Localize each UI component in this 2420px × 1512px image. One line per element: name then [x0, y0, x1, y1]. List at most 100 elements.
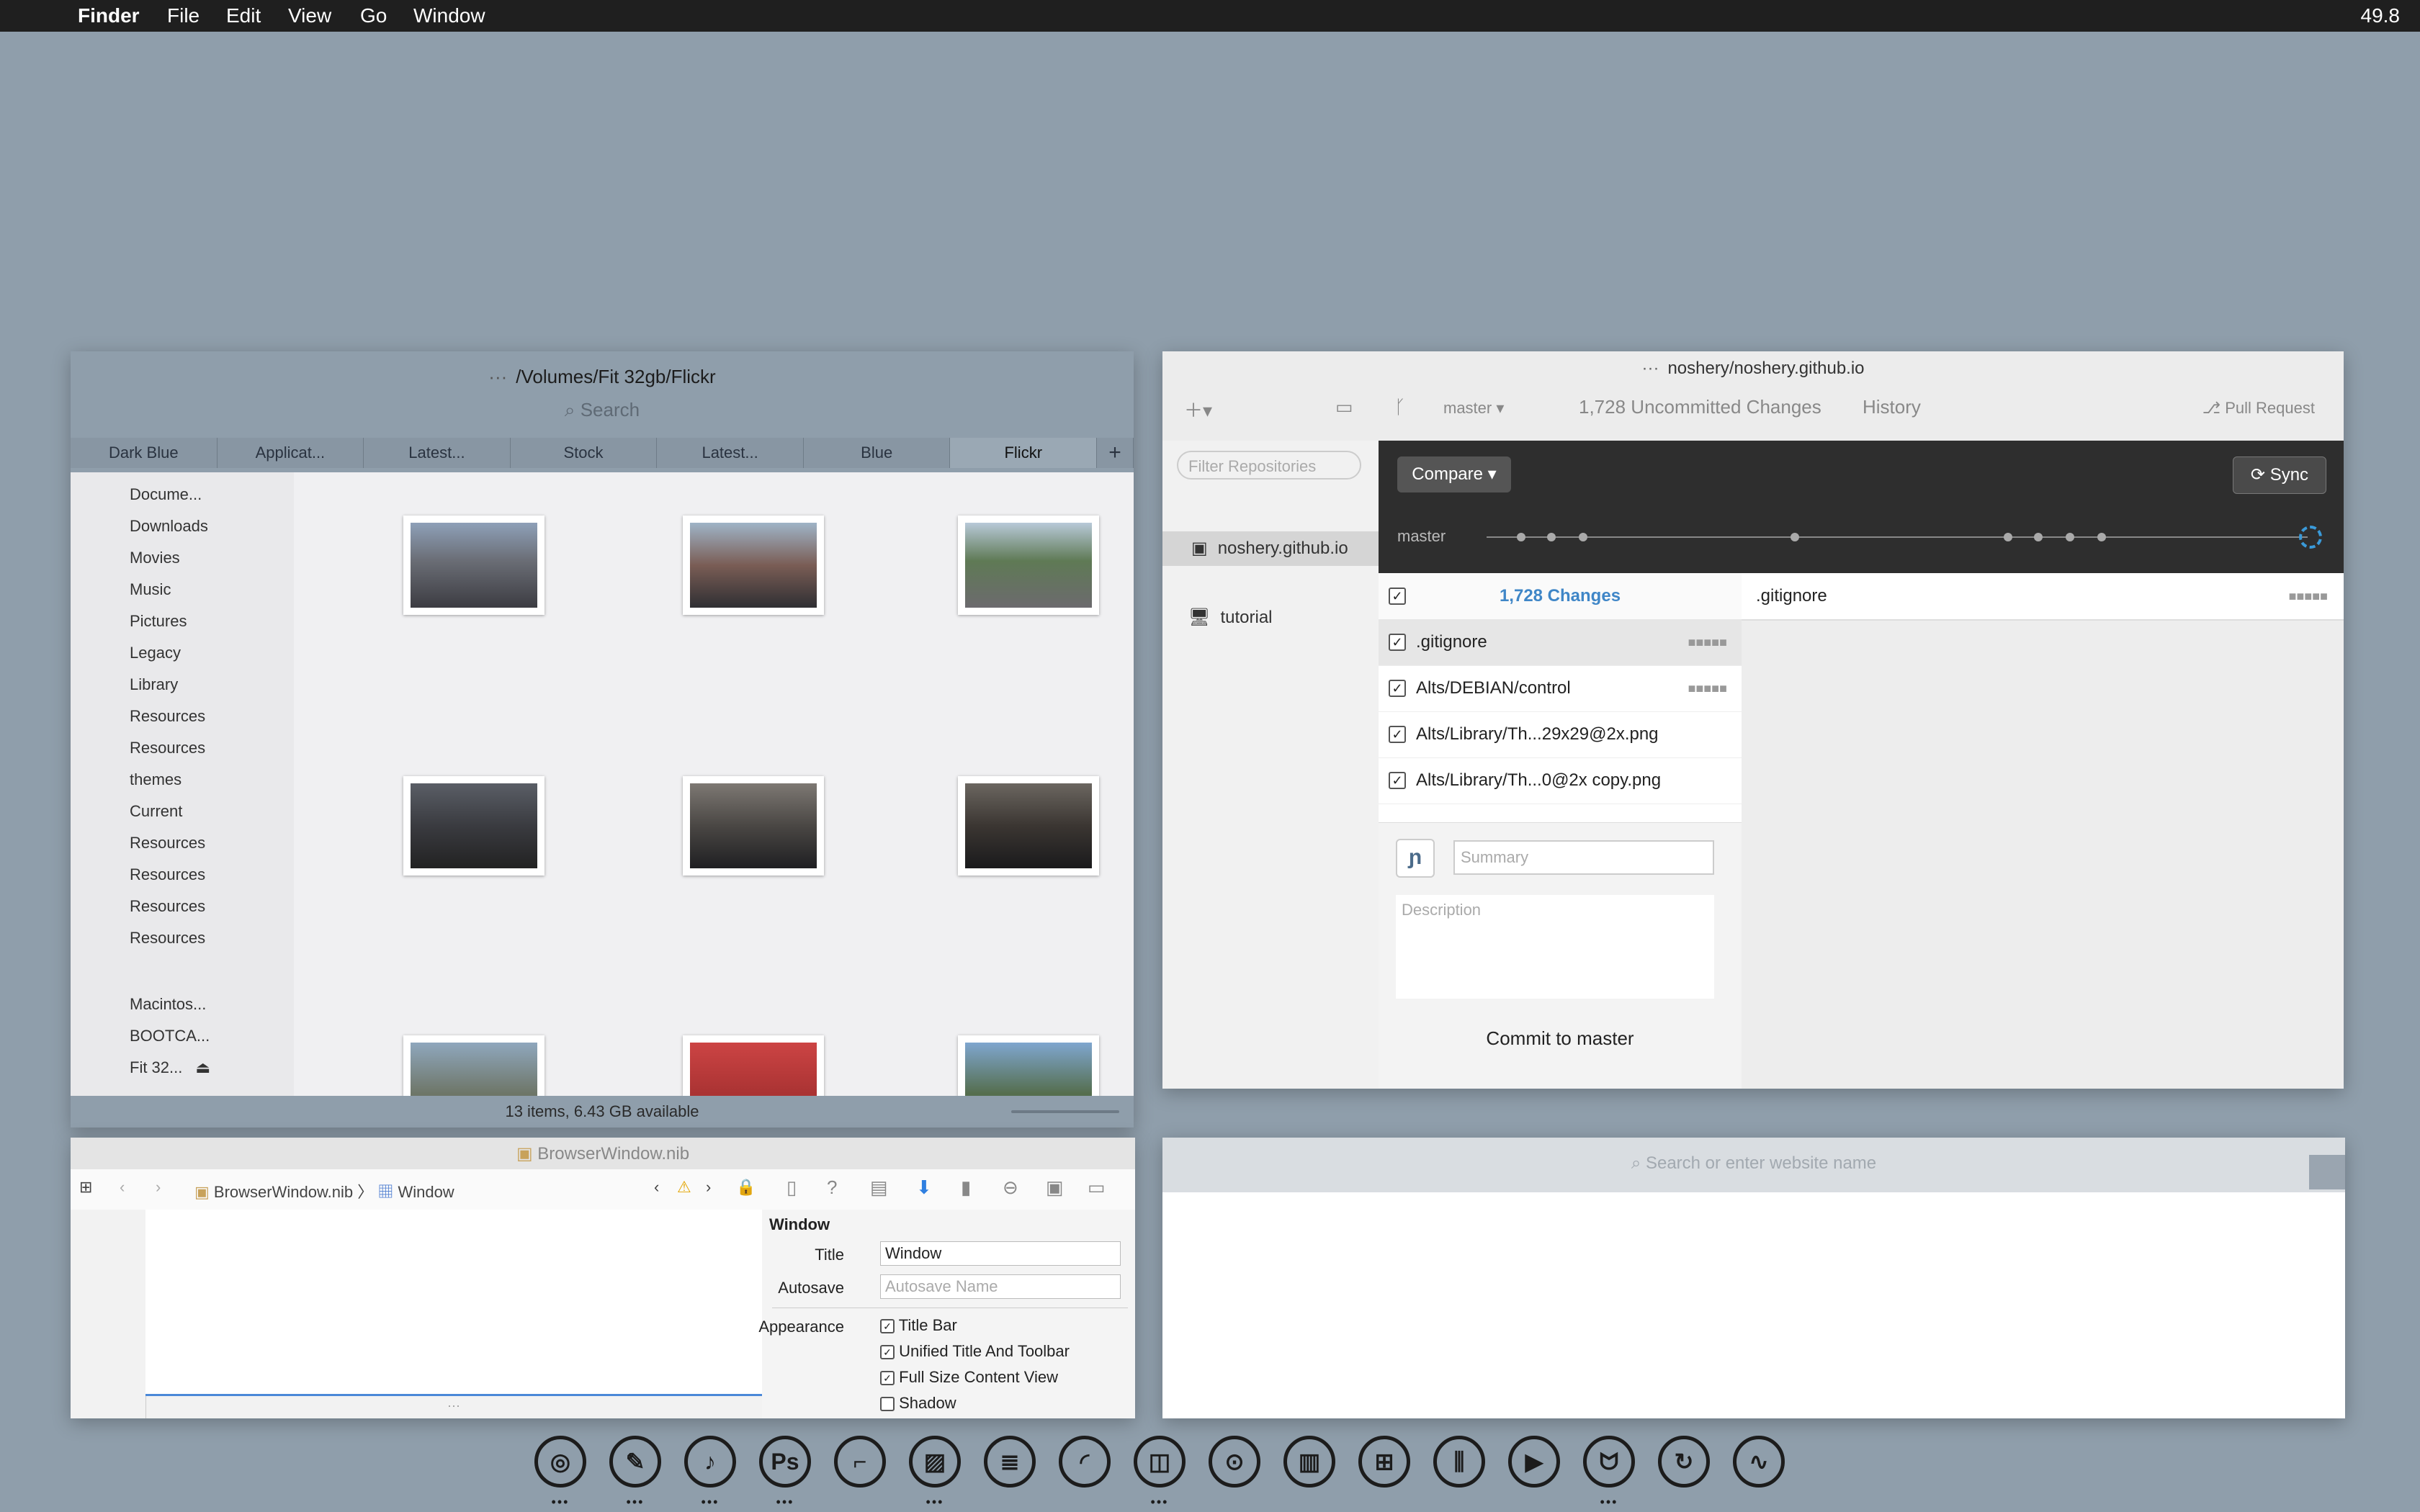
history-tab[interactable]: History	[1863, 396, 1921, 418]
tab-latest-1[interactable]: Latest...	[364, 438, 511, 468]
tab-applications[interactable]: Applicat...	[217, 438, 364, 468]
menu-edit[interactable]: Edit	[226, 4, 261, 27]
file-thumbnail[interactable]	[403, 516, 544, 615]
file-thumbnail[interactable]	[403, 776, 544, 876]
new-tab-button[interactable]: +	[1097, 438, 1134, 468]
change-row[interactable]: ✓ Alts/DEBIAN/control ■■■■■	[1379, 665, 1742, 712]
pen-icon[interactable]: ✎	[609, 1436, 661, 1488]
canvas[interactable]	[145, 1210, 762, 1396]
next-issue-icon[interactable]: ›	[706, 1178, 711, 1197]
menu-go[interactable]: Go	[360, 4, 387, 27]
change-checkbox[interactable]: ✓	[1389, 680, 1406, 697]
autosave-field[interactable]: Autosave Name	[880, 1274, 1121, 1299]
sidebar-device-fit32[interactable]: Fit 32... ⏏	[130, 1058, 210, 1077]
sidebar-device-macintosh[interactable]: Macintos...	[130, 995, 206, 1014]
menu-view[interactable]: View	[288, 4, 331, 27]
commit-dot[interactable]	[1547, 533, 1556, 541]
bindings-icon[interactable]: ▣	[1046, 1176, 1064, 1199]
warning-icon[interactable]: ⚠	[677, 1178, 691, 1197]
file-thumbnail[interactable]	[683, 776, 824, 876]
play-icon[interactable]: ▶	[1508, 1436, 1560, 1488]
checkbox-shadow[interactable]: Shadow	[880, 1394, 956, 1413]
film-icon[interactable]: ▥	[1283, 1436, 1335, 1488]
size-icon[interactable]: ▮	[961, 1176, 971, 1199]
prev-issue-icon[interactable]: ‹	[654, 1178, 659, 1197]
compass-icon[interactable]: ◎	[534, 1436, 586, 1488]
checkbox-title-bar[interactable]: ✓ Title Bar	[880, 1316, 957, 1335]
repo-item-tutorial[interactable]: 🖥 tutorial	[1162, 600, 1379, 635]
connections-icon[interactable]: ⊖	[1003, 1176, 1018, 1199]
sidebar-item-resources[interactable]: Resources	[130, 834, 205, 852]
sidebar-item-documents[interactable]: Docume...	[130, 485, 202, 504]
pull-request-button[interactable]: ⎇ Pull Request	[2202, 399, 2315, 418]
grid-icon[interactable]: ⊞	[1358, 1436, 1410, 1488]
file-thumbnail[interactable]	[683, 516, 824, 615]
tab-latest-2[interactable]: Latest...	[657, 438, 804, 468]
summary-input[interactable]: Summary	[1453, 840, 1714, 875]
photoshop-icon[interactable]: Ps	[759, 1436, 811, 1488]
back-icon[interactable]: ‹	[120, 1178, 125, 1197]
web-content[interactable]	[1162, 1192, 2345, 1418]
mixer-icon[interactable]: ⫼	[1433, 1436, 1485, 1488]
sidebar-item-library[interactable]: Library	[130, 675, 178, 694]
commit-dot[interactable]	[2034, 533, 2043, 541]
sidebar-item-themes[interactable]: themes	[130, 770, 182, 789]
menu-app-finder[interactable]: Finder	[78, 4, 140, 27]
finder-search[interactable]: ⌕ Search	[71, 399, 1134, 422]
change-row[interactable]: ✓ Alts/Library/Th...29x29@2x.png	[1379, 711, 1742, 758]
uncommitted-changes-tab[interactable]: 1,728 Uncommitted Changes	[1579, 396, 1821, 418]
forward-icon[interactable]: ›	[156, 1178, 161, 1197]
tab-blue[interactable]: Blue	[803, 438, 951, 468]
help-icon[interactable]: ?	[827, 1176, 837, 1199]
cat-icon[interactable]: ᗢ	[1583, 1436, 1635, 1488]
file-thumbnail[interactable]	[958, 776, 1099, 876]
tab-stock[interactable]: Stock	[510, 438, 658, 468]
uncommitted-node[interactable]	[2299, 526, 2322, 549]
branch-selector[interactable]: master ▾	[1443, 399, 1504, 418]
title-field[interactable]: Window	[880, 1241, 1121, 1266]
commit-dot[interactable]	[1517, 533, 1525, 541]
sidebar-item-music[interactable]: Music	[130, 580, 171, 599]
pin-icon[interactable]: ⊙	[1209, 1436, 1260, 1488]
tab-flickr[interactable]: Flickr	[950, 438, 1098, 468]
commit-dot[interactable]	[2097, 533, 2106, 541]
commit-dot[interactable]	[2066, 533, 2074, 541]
icon-size-slider[interactable]	[1011, 1110, 1119, 1113]
frame-icon[interactable]: ⌐	[834, 1436, 886, 1488]
sidebar-item-resources[interactable]: Resources	[130, 707, 205, 726]
layers-icon[interactable]: ◫	[1134, 1436, 1186, 1488]
sidebar-item-current[interactable]: Current	[130, 802, 182, 821]
sidebar-item-pictures[interactable]: Pictures	[130, 612, 187, 631]
sketch-icon[interactable]: ▨	[909, 1436, 961, 1488]
commit-dot[interactable]	[1791, 533, 1799, 541]
resize-handle[interactable]: ···	[145, 1398, 762, 1413]
menu-file[interactable]: File	[167, 4, 200, 27]
sync-button[interactable]: ⟳ Sync	[2233, 456, 2326, 494]
change-checkbox[interactable]: ✓	[1389, 772, 1406, 789]
sidebar-device-bootcamp[interactable]: BOOTCA...	[130, 1027, 210, 1045]
change-row[interactable]: ✓ .gitignore ■■■■■	[1379, 619, 1742, 666]
sidebar-item-resources[interactable]: Resources	[130, 897, 205, 916]
eject-icon[interactable]: ⏏	[195, 1058, 210, 1076]
wave-icon[interactable]: ∿	[1733, 1436, 1785, 1488]
grid-icon[interactable]: ⊞	[79, 1178, 92, 1197]
commit-dot[interactable]	[1579, 533, 1587, 541]
checkbox-full-size-content[interactable]: ✓ Full Size Content View	[880, 1368, 1058, 1387]
commit-button[interactable]: Commit to master	[1379, 1027, 1742, 1050]
sidebar-item-movies[interactable]: Movies	[130, 549, 180, 567]
tab-dark-blue[interactable]: Dark Blue	[71, 438, 218, 468]
sidebar-item-legacy[interactable]: Legacy	[130, 644, 181, 662]
add-repo-button[interactable]: ＋▾	[1184, 396, 1212, 423]
menu-window[interactable]: Window	[413, 4, 485, 27]
sidebar-item-resources[interactable]: Resources	[130, 929, 205, 948]
attributes-icon[interactable]: ⬇	[916, 1176, 932, 1199]
address-bar[interactable]: ⌕ Search or enter website name	[1162, 1153, 2345, 1174]
spiral-icon[interactable]: ↻	[1658, 1436, 1710, 1488]
file-inspector-icon[interactable]: ▯	[786, 1176, 797, 1199]
tab-overview-button[interactable]	[2309, 1155, 2345, 1189]
sidebar-item-resources[interactable]: Resources	[130, 865, 205, 884]
change-checkbox[interactable]: ✓	[1389, 634, 1406, 651]
notes-icon[interactable]: ≣	[984, 1436, 1036, 1488]
file-thumbnail[interactable]	[958, 516, 1099, 615]
commit-dot[interactable]	[2004, 533, 2012, 541]
